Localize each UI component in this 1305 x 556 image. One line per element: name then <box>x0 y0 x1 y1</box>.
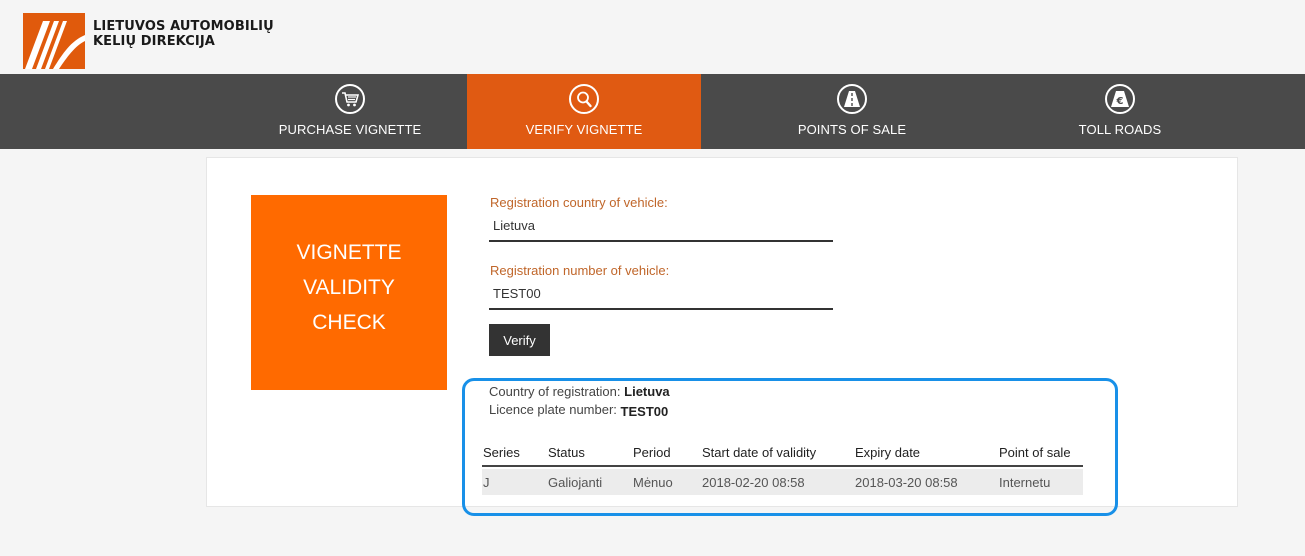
table-row: J Galiojanti Mėnuo 2018-02-20 08:58 2018… <box>482 469 1083 495</box>
svg-text:€: € <box>1116 96 1124 107</box>
brand-line-2: KELIŲ DIREKCIJA <box>93 34 215 49</box>
nav-purchase-vignette[interactable]: PURCHASE VIGNETTE <box>233 74 467 149</box>
brand-line-1: LIETUVOS AUTOMOBILIŲ <box>93 19 274 34</box>
result-country-label: Country of registration: <box>489 384 621 399</box>
road-icon <box>837 84 867 114</box>
column-header-start-date: Start date of validity <box>702 445 817 460</box>
column-header-period: Period <box>633 445 671 460</box>
result-plate-label: Licence plate number: <box>489 402 617 417</box>
nav-label: TOLL ROADS <box>1078 122 1162 137</box>
cell-expiry-date: 2018-03-20 08:58 <box>855 475 958 490</box>
column-header-point-of-sale: Point of sale <box>999 445 1071 460</box>
cart-icon <box>335 84 365 114</box>
country-field-underline <box>489 240 833 242</box>
nav-label: PURCHASE VIGNETTE <box>278 122 422 137</box>
column-header-series: Series <box>483 445 520 460</box>
banner-line-2: VALIDITY <box>303 276 395 299</box>
nav-label: POINTS OF SALE <box>797 122 907 137</box>
result-country: Country of registration: Lietuva <box>489 384 670 399</box>
plate-field[interactable]: TEST00 <box>493 286 541 301</box>
result-plate: Licence plate number: TEST00 <box>489 402 669 419</box>
nav-points-of-sale[interactable]: POINTS OF SALE <box>735 74 969 149</box>
nav-toll-roads[interactable]: € TOLL ROADS <box>1003 74 1237 149</box>
magnifier-icon <box>569 84 599 114</box>
banner-line-3: CHECK <box>312 311 386 334</box>
plate-label: Registration number of vehicle: <box>490 263 670 278</box>
euro-road-icon: € <box>1105 84 1135 114</box>
header: LIETUVOS AUTOMOBILIŲ KELIŲ DIREKCIJA <box>0 0 1305 74</box>
country-field[interactable]: Lietuva <box>493 218 535 233</box>
cell-point-of-sale: Internetu <box>999 475 1051 490</box>
verify-button[interactable]: Verify <box>489 324 550 356</box>
column-header-expiry-date: Expiry date <box>855 445 921 460</box>
validity-check-banner: VIGNETTE VALIDITY CHECK <box>251 195 447 390</box>
cell-status: Galiojanti <box>548 475 603 490</box>
nav-verify-vignette[interactable]: VERIFY VIGNETTE <box>467 74 701 149</box>
brand-name[interactable]: LIETUVOS AUTOMOBILIŲ KELIŲ DIREKCIJA <box>93 19 274 49</box>
column-header-status: Status <box>548 445 585 460</box>
country-label: Registration country of vehicle: <box>490 195 668 210</box>
cell-series: J <box>483 475 490 490</box>
lakd-logo-icon[interactable] <box>23 13 85 69</box>
cell-period: Mėnuo <box>633 475 673 490</box>
nav-label: VERIFY VIGNETTE <box>525 122 643 137</box>
plate-field-underline <box>489 308 833 310</box>
result-country-value: Lietuva <box>624 384 670 399</box>
main-nav: PURCHASE VIGNETTE VERIFY VIGNETTE POINTS… <box>0 74 1305 149</box>
table-header: Series Status Period Start date of valid… <box>482 445 1083 467</box>
result-plate-value: TEST00 <box>620 404 669 419</box>
cell-start-date: 2018-02-20 08:58 <box>702 475 805 490</box>
banner-line-1: VIGNETTE <box>296 241 402 264</box>
